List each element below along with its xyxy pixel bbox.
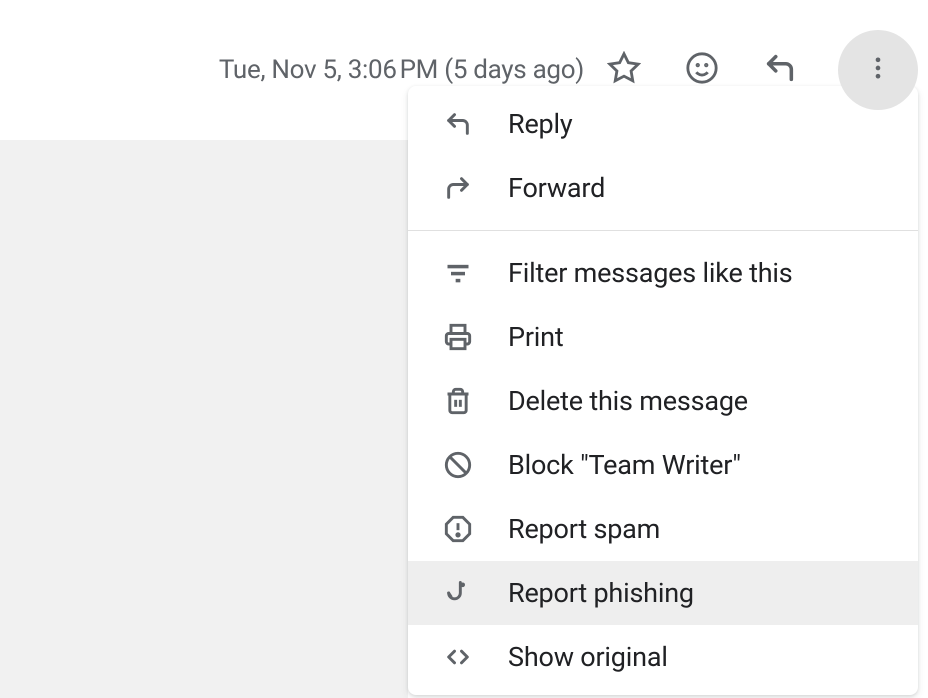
menu-item-forward[interactable]: Forward bbox=[408, 156, 918, 220]
smiley-icon bbox=[685, 51, 719, 89]
reply-icon bbox=[763, 51, 797, 89]
forward-icon bbox=[444, 174, 472, 202]
email-timestamp: Tue, Nov 5, 3:06 PM (5 days ago) bbox=[219, 55, 584, 85]
reply-button[interactable] bbox=[760, 50, 800, 90]
star-icon bbox=[607, 51, 641, 89]
menu-label: Reply bbox=[508, 108, 572, 140]
menu-label: Delete this message bbox=[508, 385, 748, 417]
menu-item-report-phishing[interactable]: Report phishing bbox=[408, 561, 918, 625]
menu-label: Report spam bbox=[508, 513, 660, 545]
more-button[interactable] bbox=[838, 30, 918, 110]
print-icon bbox=[444, 323, 472, 351]
reply-icon bbox=[444, 110, 472, 138]
menu-divider bbox=[408, 230, 918, 231]
menu-label: Report phishing bbox=[508, 577, 694, 609]
phishing-icon bbox=[444, 579, 472, 607]
more-icon bbox=[864, 54, 892, 86]
menu-item-reply[interactable]: Reply bbox=[408, 92, 918, 156]
menu-label: Show original bbox=[508, 641, 668, 673]
code-icon bbox=[444, 643, 472, 671]
menu-item-block[interactable]: Block "Team Writer" bbox=[408, 433, 918, 497]
filter-icon bbox=[444, 259, 472, 287]
menu-item-show-original[interactable]: Show original bbox=[408, 625, 918, 689]
star-button[interactable] bbox=[604, 50, 644, 90]
menu-label: Print bbox=[508, 321, 564, 353]
trash-icon bbox=[444, 387, 472, 415]
menu-item-print[interactable]: Print bbox=[408, 305, 918, 369]
menu-label: Forward bbox=[508, 172, 605, 204]
menu-item-delete[interactable]: Delete this message bbox=[408, 369, 918, 433]
menu-item-report-spam[interactable]: Report spam bbox=[408, 497, 918, 561]
menu-label: Block "Team Writer" bbox=[508, 449, 741, 481]
content-background bbox=[0, 140, 408, 698]
menu-item-filter[interactable]: Filter messages like this bbox=[408, 241, 918, 305]
spam-icon bbox=[444, 515, 472, 543]
more-menu-dropdown: Reply Forward Filter messages like this … bbox=[408, 86, 918, 695]
react-button[interactable] bbox=[682, 50, 722, 90]
menu-label: Filter messages like this bbox=[508, 257, 793, 289]
block-icon bbox=[444, 451, 472, 479]
